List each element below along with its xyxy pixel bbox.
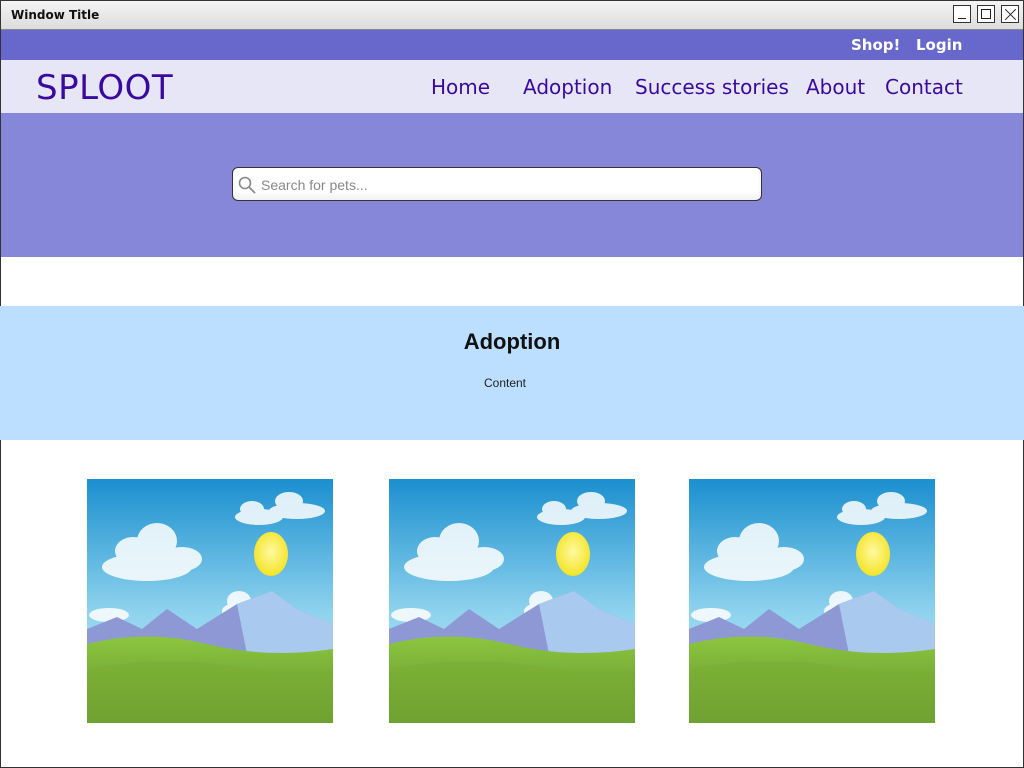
landscape-image-icon xyxy=(87,479,333,723)
pet-image-3[interactable] xyxy=(689,479,935,723)
shop-link[interactable]: Shop! xyxy=(851,36,900,54)
nav-home[interactable]: Home xyxy=(431,75,490,99)
window-titlebar[interactable]: Window Title xyxy=(1,1,1023,30)
section-title: Adoption xyxy=(463,329,561,354)
search-bar[interactable] xyxy=(232,167,762,201)
search-icon xyxy=(238,176,256,194)
nav-about[interactable]: About xyxy=(806,75,865,99)
close-button[interactable] xyxy=(1001,5,1019,23)
top-utility-bar: Shop! Login xyxy=(1,30,1023,60)
maximize-button[interactable] xyxy=(977,5,995,23)
landscape-image-icon xyxy=(389,479,635,723)
landscape-image-icon xyxy=(689,479,935,723)
hero-banner xyxy=(1,113,1023,257)
adoption-section: Adoption Content xyxy=(0,306,1024,440)
section-content: Content xyxy=(483,376,527,390)
pet-image-2[interactable] xyxy=(389,479,635,723)
window-title: Window Title xyxy=(11,8,100,22)
main-navbar: SPLOOT Home Adoption Success stories Abo… xyxy=(1,60,1023,113)
nav-success-stories[interactable]: Success stories xyxy=(635,75,789,99)
site-logo[interactable]: SPLOOT xyxy=(36,68,173,108)
minimize-button[interactable] xyxy=(953,5,971,23)
login-link[interactable]: Login xyxy=(916,36,962,54)
pet-image-1[interactable] xyxy=(87,479,333,723)
nav-adoption[interactable]: Adoption xyxy=(523,75,612,99)
nav-contact[interactable]: Contact xyxy=(885,75,963,99)
search-input[interactable] xyxy=(259,173,753,197)
